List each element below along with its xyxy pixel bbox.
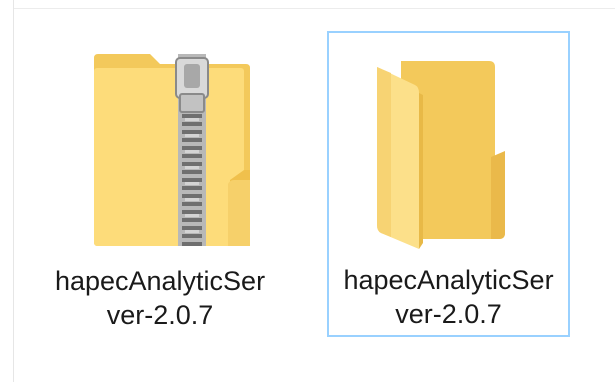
pane-left-edge (0, 0, 14, 382)
file-name-label: hapecAnalyticSer ver-2.0.7 (54, 266, 266, 330)
folder-icon (371, 57, 511, 253)
file-explorer-pane[interactable]: hapecAnalyticSer ver-2.0.7 hapecAnalytic… (0, 0, 615, 382)
pane-top-edge (0, 0, 615, 9)
file-name-label: hapecAnalyticSer ver-2.0.7 (343, 265, 554, 329)
file-item-folder[interactable]: hapecAnalyticSer ver-2.0.7 (327, 31, 570, 337)
file-item-zip[interactable]: hapecAnalyticSer ver-2.0.7 (40, 32, 280, 338)
zip-folder-icon (90, 50, 254, 250)
